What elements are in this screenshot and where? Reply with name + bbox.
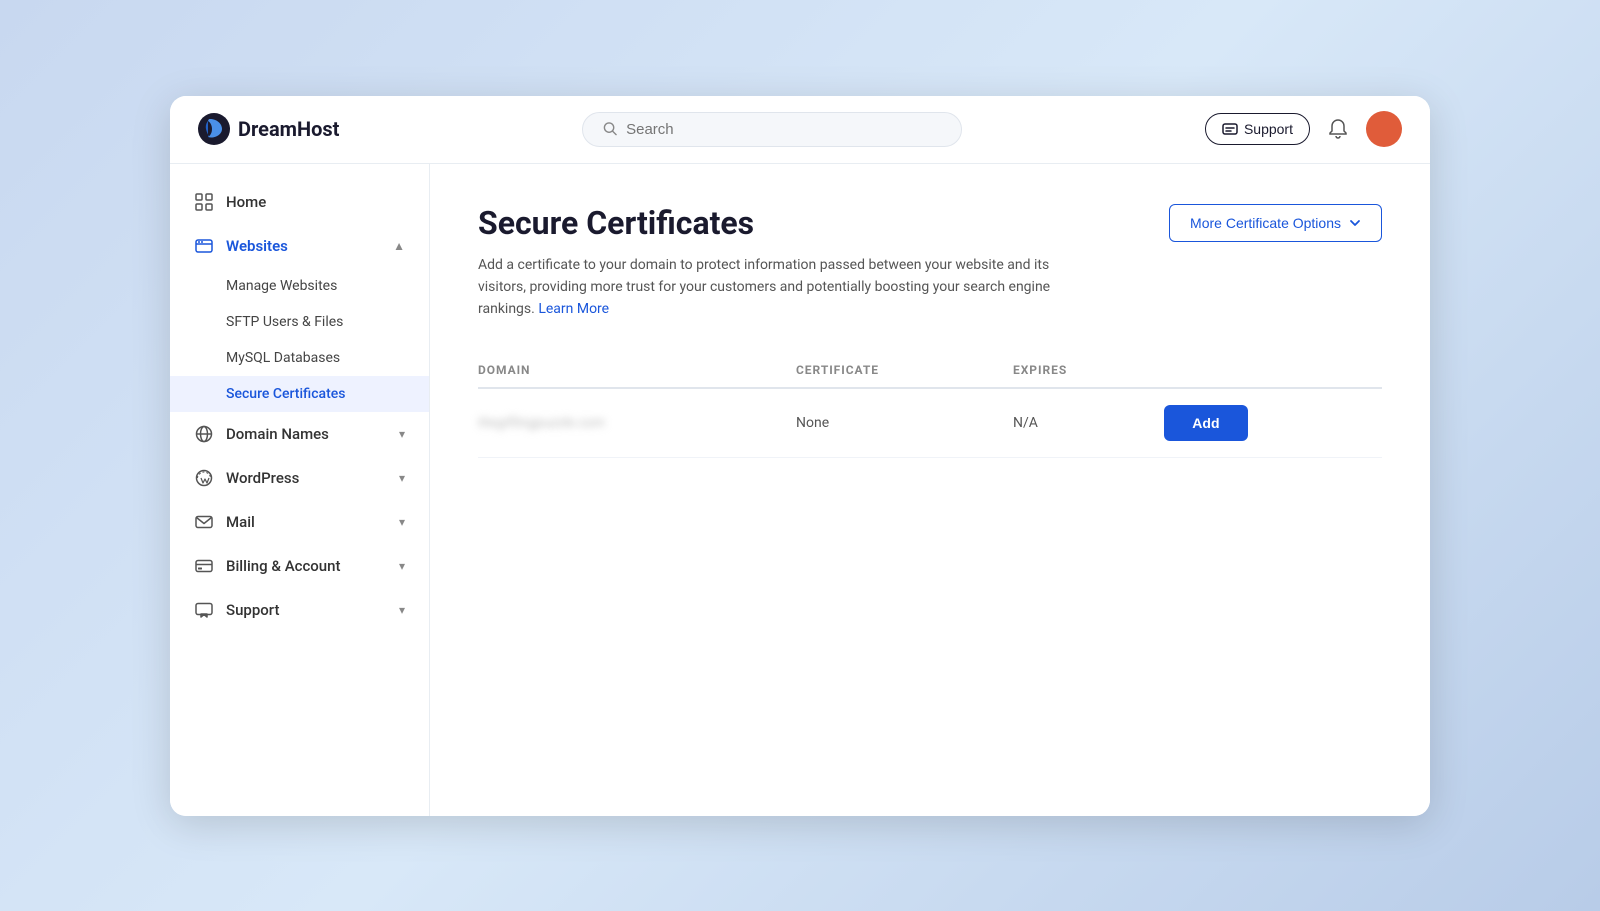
wordpress-icon — [194, 468, 214, 488]
support-icon — [1222, 121, 1238, 137]
home-icon — [194, 192, 214, 212]
domain-cell: thegiftingpuzzle.com — [478, 388, 796, 458]
sidebar-wordpress-label: WordPress — [226, 469, 299, 487]
user-avatar[interactable] — [1366, 111, 1402, 147]
add-certificate-button[interactable]: Add — [1164, 405, 1247, 441]
sidebar-item-mysql[interactable]: MySQL Databases — [170, 340, 429, 376]
search-input[interactable] — [626, 121, 941, 138]
notifications-bell[interactable] — [1326, 117, 1350, 141]
support-chevron: ▾ — [399, 603, 405, 617]
sidebar-item-mail[interactable]: Mail ▾ — [170, 500, 429, 544]
col-action — [1164, 353, 1382, 388]
sidebar-item-manage-websites[interactable]: Manage Websites — [170, 268, 429, 304]
page-title-section: Secure Certificates Add a certificate to… — [478, 204, 1058, 321]
sidebar-item-support[interactable]: Support ▾ — [170, 588, 429, 632]
main-layout: Home Websites ▲ Manage Websites — [170, 164, 1430, 816]
page-description: Add a certificate to your domain to prot… — [478, 254, 1058, 321]
sidebar-websites-label: Websites — [226, 237, 288, 255]
main-content: Secure Certificates Add a certificate to… — [430, 164, 1430, 816]
logo-icon — [198, 113, 230, 145]
sidebar-item-secure-certificates[interactable]: Secure Certificates — [170, 376, 429, 412]
websites-submenu: Manage Websites SFTP Users & Files MySQL… — [170, 268, 429, 412]
sidebar: Home Websites ▲ Manage Websites — [170, 164, 430, 816]
table-row: thegiftingpuzzle.com None N/A Add — [478, 388, 1382, 458]
logo[interactable]: DreamHost — [198, 113, 339, 145]
page-header: Secure Certificates Add a certificate to… — [478, 204, 1382, 321]
domain-value: thegiftingpuzzle.com — [478, 415, 605, 431]
wordpress-chevron: ▾ — [399, 471, 405, 485]
globe-icon — [194, 424, 214, 444]
support-sidebar-icon — [194, 600, 214, 620]
sidebar-support-label: Support — [226, 601, 279, 619]
sidebar-billing-label: Billing & Account — [226, 557, 341, 575]
domain-chevron: ▾ — [399, 427, 405, 441]
learn-more-link[interactable]: Learn More — [538, 301, 609, 317]
page-title: Secure Certificates — [478, 204, 1058, 242]
sidebar-item-wordpress[interactable]: WordPress ▾ — [170, 456, 429, 500]
sidebar-item-home[interactable]: Home — [170, 180, 429, 224]
sidebar-domain-label: Domain Names — [226, 425, 329, 443]
sidebar-home-label: Home — [226, 193, 266, 211]
support-button[interactable]: Support — [1205, 113, 1310, 145]
mail-chevron: ▾ — [399, 515, 405, 529]
credit-card-icon — [194, 556, 214, 576]
header: DreamHost Support — [170, 96, 1430, 164]
search-icon — [603, 121, 618, 137]
billing-chevron: ▾ — [399, 559, 405, 573]
websites-icon — [194, 236, 214, 256]
browser-window: DreamHost Support — [170, 96, 1430, 816]
search-box[interactable] — [582, 112, 962, 147]
sidebar-item-domain-names[interactable]: Domain Names ▾ — [170, 412, 429, 456]
certificate-cell: None — [796, 388, 1013, 458]
header-actions: Support — [1205, 111, 1402, 147]
certificates-table: DOMAIN CERTIFICATE EXPIRES thegiftingpuz… — [478, 353, 1382, 458]
action-cell: Add — [1164, 388, 1382, 458]
logo-text: DreamHost — [238, 117, 339, 141]
search-area — [379, 112, 1165, 147]
dropdown-chevron-icon — [1349, 217, 1361, 229]
col-expires: EXPIRES — [1013, 353, 1164, 388]
sidebar-item-sftp[interactable]: SFTP Users & Files — [170, 304, 429, 340]
sidebar-mail-label: Mail — [226, 513, 255, 531]
col-domain: DOMAIN — [478, 353, 796, 388]
sidebar-item-websites[interactable]: Websites ▲ — [170, 224, 429, 268]
expires-cell: N/A — [1013, 388, 1164, 458]
more-certificate-options-button[interactable]: More Certificate Options — [1169, 204, 1382, 242]
websites-chevron: ▲ — [393, 239, 405, 253]
sidebar-item-billing[interactable]: Billing & Account ▾ — [170, 544, 429, 588]
col-certificate: CERTIFICATE — [796, 353, 1013, 388]
mail-icon — [194, 512, 214, 532]
